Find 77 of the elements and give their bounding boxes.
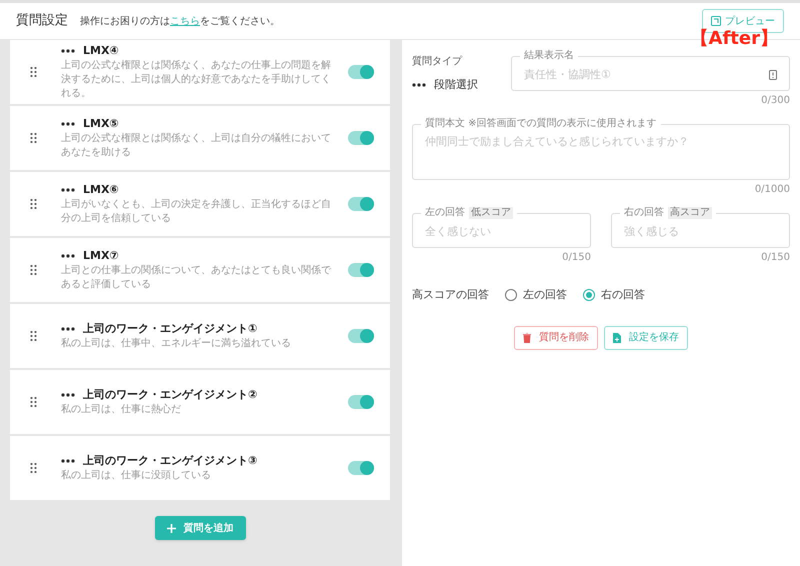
question-title: 上司のワーク・エンゲイジメント① (83, 320, 258, 337)
question-type-value: 段階選択 (434, 77, 478, 93)
character-counter: 0/300 (761, 94, 790, 108)
question-description: 上司の公式な権限とは関係なく、あなたの仕事上の問題を解決するために、上司は個人的な好意であなたを手助けしてくれる。 (61, 59, 332, 102)
dots-icon (61, 254, 75, 258)
question-title: 上司のワーク・エンゲイジメント② (83, 386, 258, 403)
dots-icon (61, 188, 75, 192)
help-text: 操作にお困りの方はこちら をご覧ください。 (80, 14, 280, 28)
toggle-switch[interactable] (348, 461, 374, 475)
question-title: LMX⑥ (83, 182, 119, 198)
delete-question-button[interactable]: 質問を削除 (514, 326, 598, 350)
question-title: LMX⑤ (83, 116, 119, 132)
dots-icon (61, 49, 75, 53)
question-item[interactable]: LMX⑥ 上司がいなくとも、上司の決定を弁護し、正当化するほど自分の上司を信頼している (10, 172, 390, 238)
radio-button[interactable] (505, 289, 517, 302)
dots-icon (61, 459, 75, 463)
document-plus-icon (613, 332, 621, 342)
info-icon (769, 70, 777, 80)
question-item[interactable]: LMX④ 上司の公式な権限とは関係なく、あなたの仕事上の問題を解決するために、上司は個人的な好意であなたを手助けしてくれる。 (10, 40, 390, 106)
text-input[interactable]: 全く感じない (425, 224, 578, 240)
field-label: 結果表示名 (524, 50, 574, 62)
text-input[interactable]: 仲間同士で励まし合えていると感じられていますか？ (425, 134, 777, 150)
drag-handle-icon (30, 133, 37, 143)
drag-handle-icon (30, 463, 37, 473)
drag-handle-icon (30, 265, 37, 275)
question-description: 私の上司は、仕事に熱心だ (61, 403, 182, 418)
score-tag: 低スコア (469, 207, 513, 219)
radio-button[interactable] (583, 289, 595, 302)
drag-handle-icon (30, 397, 37, 407)
character-counter: 0/150 (761, 251, 790, 265)
toggle-switch[interactable] (348, 329, 374, 343)
dots-icon (61, 122, 75, 126)
character-counter: 0/1000 (754, 183, 790, 197)
text-input[interactable]: 強く感じる (624, 224, 777, 240)
plus-icon (166, 524, 176, 532)
field-label: 右の回答 (624, 207, 664, 219)
radio-option[interactable]: 左の回答 (505, 287, 567, 304)
trash-icon (523, 332, 531, 342)
radio-option[interactable]: 右の回答 (583, 287, 645, 304)
question-item[interactable]: 上司のワーク・エンゲイジメント③ 私の上司は、仕事に没頭している (10, 436, 390, 502)
question-item[interactable]: LMX⑦ 上司との仕事上の関係について、あなたはとても良い関係であると評価している (10, 238, 390, 304)
question-description: 私の上司は、仕事中、エネルギーに満ち溢れている (61, 337, 292, 352)
question-description: 上司の公式な権限とは関係なく、上司は自分の犠牲においてあなたを助ける (61, 132, 332, 160)
question-type-label: 質問タイプ (412, 54, 464, 69)
text-field[interactable]: 右の回答 高スコア 強く感じる (611, 207, 790, 248)
toggle-switch[interactable] (348, 263, 374, 277)
field-label: 質問本文 ※回答画面での質問の表示に使用されます (425, 118, 657, 130)
question-description: 上司がいなくとも、上司の決定を弁護し、正当化するほど自分の上司を信頼している (61, 198, 332, 226)
question-title: LMX⑦ (83, 248, 119, 264)
toggle-switch[interactable] (348, 197, 374, 211)
high-score-label: 高スコアの回答 (412, 287, 489, 303)
character-counter: 0/150 (562, 251, 591, 265)
question-item[interactable]: 上司のワーク・エンゲイジメント① 私の上司は、仕事中、エネルギーに満ち溢れている (10, 304, 390, 370)
dots-icon (412, 83, 426, 88)
score-tag: 高スコア (668, 207, 712, 219)
drag-handle-icon (30, 331, 37, 341)
text-input[interactable]: 責任性・協調性① (524, 66, 769, 84)
question-description: 私の上司は、仕事に没頭している (61, 469, 212, 484)
question-item[interactable]: 上司のワーク・エンゲイジメント② 私の上司は、仕事に熱心だ (10, 370, 390, 436)
question-description: 上司との仕事上の関係について、あなたはとても良い関係であると評価している (61, 264, 332, 292)
drag-handle-icon (30, 67, 37, 77)
question-title: 上司のワーク・エンゲイジメント③ (83, 452, 258, 469)
page-title: 質問設定 (16, 12, 68, 30)
field-label: 左の回答 (425, 207, 465, 219)
text-field[interactable]: 左の回答 低スコア 全く感じない (412, 207, 591, 248)
text-field[interactable]: 結果表示名 責任性・協調性① (511, 50, 790, 91)
text-field[interactable]: 質問本文 ※回答画面での質問の表示に使用されます 仲間同士で励まし合えていると感じられていますか？ (412, 118, 790, 180)
question-title: LMX④ (83, 42, 119, 59)
dots-icon (61, 327, 75, 331)
preview-icon (711, 16, 721, 26)
question-item[interactable]: LMX⑤ 上司の公式な権限とは関係なく、上司は自分の犠牲においてあなたを助ける (10, 106, 390, 172)
dots-icon (61, 393, 75, 397)
toggle-switch[interactable] (348, 395, 374, 409)
after-annotation: 【After】 (690, 30, 778, 48)
toggle-switch[interactable] (348, 131, 374, 145)
toggle-switch[interactable] (348, 65, 374, 79)
drag-handle-icon (30, 199, 37, 209)
